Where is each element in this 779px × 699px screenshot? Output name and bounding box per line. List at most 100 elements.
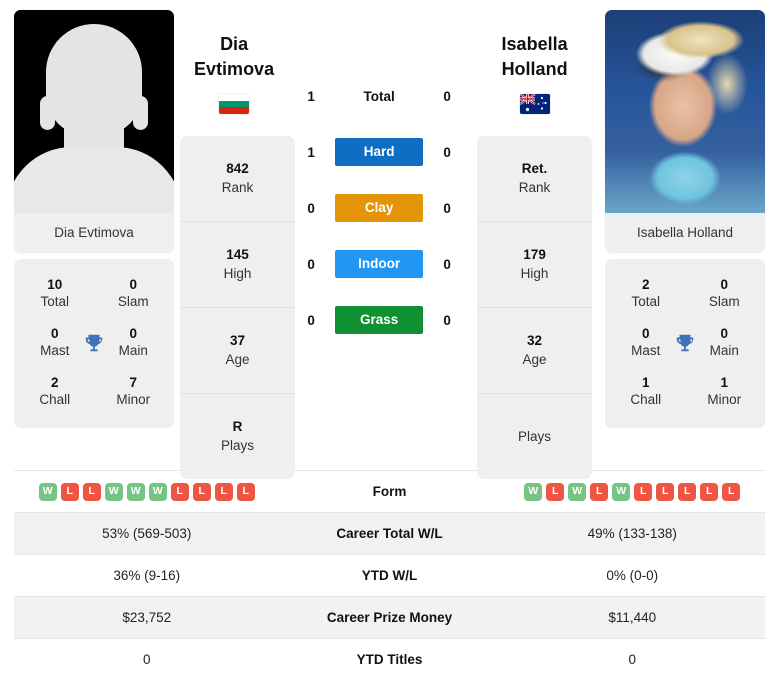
h2h-right-score: 0 [443,88,451,104]
label: High [520,266,549,281]
form-badge-loss[interactable]: L [214,482,233,501]
value: 7 [129,375,137,390]
label: Rank [518,180,551,195]
label: Slam [117,294,149,309]
right-titles-slam: 0 Slam [697,276,751,311]
stats-label: Career Total W/L [336,526,443,541]
left-value: 36% (9-16) [113,568,181,583]
form-badge-win[interactable]: W [524,482,543,501]
left-titles-total: 10 Total [28,276,82,311]
value: 0 [51,326,59,341]
value: Ret. [521,161,548,176]
titles-row: 0 Mast 0 Main [14,318,174,367]
right-player-photo-column: Isabella Holland 2 Total 0 Slam 0 Mast 0… [605,10,765,428]
stats-row-ytd-titles: 0 YTD Titles 0 [14,638,765,680]
form-badge-win[interactable]: W [38,482,57,501]
form-badge-loss[interactable]: L [236,482,255,501]
right-player-name[interactable]: Isabella Holland [470,10,599,82]
form-badge-loss[interactable]: L [60,482,79,501]
head-to-head-page: Dia Evtimova 10 Total 0 Slam 0 Mast 0 Ma… [0,0,779,699]
form-badge-loss[interactable]: L [678,482,697,501]
form-badge-loss[interactable]: L [722,482,741,501]
form-badge-loss[interactable]: L [700,482,719,501]
form-badge-loss[interactable]: L [170,482,189,501]
label: High [223,266,252,281]
form-badge-win[interactable]: W [568,482,587,501]
h2h-right-score: 0 [443,200,451,216]
h2h-row-indoor: 0 Indoor 0 [294,236,464,292]
h2h-left-score: 1 [307,144,315,160]
label: Age [522,352,547,367]
right-info-age: 32 Age [477,308,593,394]
right-value: $11,440 [608,610,657,625]
left-player-info-column: Dia Evtimova 842 Rank 145 High 37 Age R … [174,10,295,479]
australia-flag-icon [519,94,550,114]
left-player-photo [14,10,174,213]
left-player-photo-card[interactable]: Dia Evtimova [14,10,174,253]
titles-row: 1 Chall 1 Minor [605,367,765,416]
stats-row-ytd-wl: 36% (9-16) YTD W/L 0% (0-0) [14,554,765,596]
h2h-label-total: Total [363,88,395,104]
form-badge-loss[interactable]: L [192,482,211,501]
h2h-right-score: 0 [443,312,451,328]
left-player-photo-caption: Dia Evtimova [14,213,174,253]
form-badge-win[interactable]: W [148,482,167,501]
form-badge-loss[interactable]: L [656,482,675,501]
stats-row-career-total-wl: 53% (569-503) Career Total W/L 49% (133-… [14,512,765,554]
form-badge-win[interactable]: W [104,482,123,501]
placeholder-avatar-icon [14,10,174,213]
label: Chall [630,392,662,407]
form-badge-loss[interactable]: L [546,482,565,501]
titles-row: 2 Chall 7 Minor [14,367,174,416]
right-player-photo [605,10,765,213]
head-to-head-column: 1 Total 0 1 Hard 0 0 Clay 0 0 Indoor 0 0… [294,10,464,348]
left-info-high: 145 High [180,222,295,308]
value: 10 [47,277,63,292]
form-badge-win[interactable]: W [612,482,631,501]
right-player-info-card: Ret. Rank 179 High 32 Age Plays [477,136,593,479]
surface-badge-hard[interactable]: Hard [335,138,424,166]
right-player-photo-caption: Isabella Holland [605,213,765,253]
h2h-row-grass: 0 Grass 0 [294,292,464,348]
form-badge-loss[interactable]: L [82,482,101,501]
surface-badge-grass[interactable]: Grass [335,306,424,334]
form-badge-win[interactable]: W [126,482,145,501]
right-value: 0% (0-0) [606,568,659,583]
stats-label: Career Prize Money [326,610,453,625]
value: 32 [527,333,543,348]
right-form-badges: WLWLWLLLLL [500,482,766,501]
right-value: 49% (133-138) [587,526,677,541]
left-player-info-card: 842 Rank 145 High 37 Age R Plays [180,136,295,479]
left-player-flag-wrap [180,82,288,114]
left-titles-masters: 0 Mast [28,325,82,360]
label: Main [118,343,148,358]
form-badge-loss[interactable]: L [634,482,653,501]
stats-row-career-prize-money: $23,752 Career Prize Money $11,440 [14,596,765,638]
titles-row: 0 Mast 0 Main [605,318,765,367]
left-player-name[interactable]: Dia Evtimova [180,10,288,82]
right-info-high: 179 High [477,222,593,308]
label: Rank [221,180,254,195]
value: 145 [226,247,249,262]
label: Mast [631,343,661,358]
value: R [232,419,243,434]
trophy-icon [82,332,107,354]
left-titles-slam: 0 Slam [106,276,160,311]
h2h-row-clay: 0 Clay 0 [294,180,464,236]
surface-badge-clay[interactable]: Clay [335,194,424,222]
surface-badge-indoor[interactable]: Indoor [335,250,424,278]
left-player-titles-card: 10 Total 0 Slam 0 Mast 0 Main 2 Chall 7 … [14,259,174,428]
left-info-rank: 842 Rank [180,136,295,222]
right-titles-main: 0 Main [697,325,751,360]
label: Total [40,294,70,309]
right-info-rank: Ret. Rank [477,136,593,222]
value: 0 [129,326,137,341]
right-titles-minor: 1 Minor [697,374,751,409]
stats-row-form: WLLWWWLLLL Form WLWLWLLLLL [14,470,765,512]
stats-label: YTD W/L [361,568,418,583]
trophy-icon [673,332,698,354]
value: 2 [51,375,59,390]
form-badge-loss[interactable]: L [590,482,609,501]
h2h-left-score: 0 [307,256,315,272]
right-player-photo-card[interactable]: Isabella Holland [605,10,765,253]
